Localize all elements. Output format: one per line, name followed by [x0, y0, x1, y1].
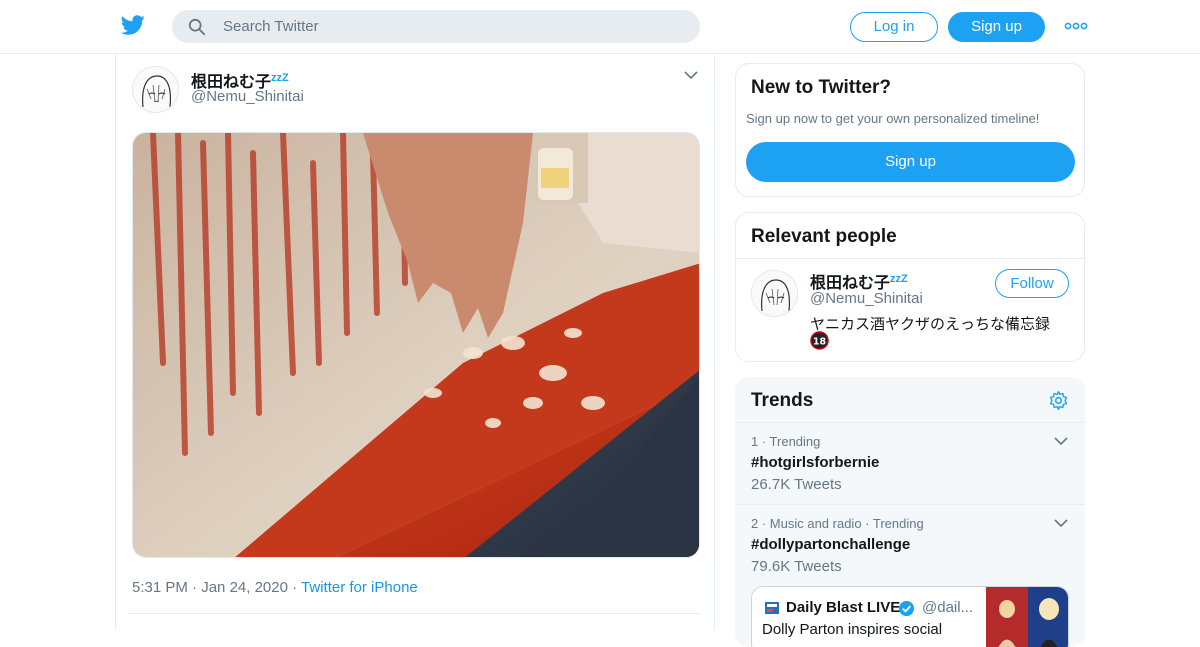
- divider: [128, 613, 700, 614]
- search-box[interactable]: Search Twitter: [172, 10, 700, 43]
- search-icon: [188, 18, 206, 36]
- divider: [736, 258, 1084, 259]
- person-handle[interactable]: @Nemu_Shinitai: [810, 290, 923, 307]
- tweet-photo[interactable]: [132, 132, 700, 558]
- tweet-author-handle[interactable]: @Nemu_Shinitai: [191, 88, 304, 105]
- search-input[interactable]: Search Twitter: [223, 18, 319, 35]
- gear-icon[interactable]: [1048, 390, 1069, 411]
- divider: [735, 504, 1085, 505]
- tweet-date[interactable]: Jan 24, 2020: [201, 579, 288, 596]
- person-name-suffix: zzZ: [890, 273, 908, 285]
- signup-button[interactable]: Sign up: [948, 12, 1045, 42]
- card-title: Relevant people: [751, 226, 897, 247]
- trend-meta: 1 · Trending: [751, 434, 821, 449]
- verified-badge-icon: [898, 600, 915, 617]
- tweet-column: 根田ねむ子zzZ @Nemu_Shinitai 5:31 PM · Jan 24…: [115, 54, 715, 630]
- top-bar: Search Twitter Log in Sign up: [0, 0, 1200, 54]
- card-subtitle: Sign up now to get your own personalized…: [746, 111, 1040, 126]
- tweet-photo-image: [133, 133, 699, 557]
- avatar-illustration-icon: [752, 271, 797, 316]
- chevron-down-icon[interactable]: [684, 68, 698, 82]
- follow-button[interactable]: Follow: [995, 269, 1069, 298]
- meta-separator: ·: [292, 579, 298, 596]
- svg-text:18: 18: [813, 336, 827, 347]
- avatar-illustration-icon: [133, 67, 178, 112]
- meta-separator: ·: [192, 579, 198, 596]
- tweet-source-link[interactable]: Twitter for iPhone: [301, 579, 418, 596]
- news-card[interactable]: Daily Blast LIVE @dail... Dolly Parton i…: [751, 586, 1069, 647]
- avatar[interactable]: [751, 270, 798, 317]
- avatar[interactable]: [132, 66, 179, 113]
- news-source-icon: [765, 602, 779, 614]
- sidebar-signup-button[interactable]: Sign up: [746, 142, 1075, 182]
- news-source-name: Daily Blast LIVE: [786, 599, 901, 616]
- tweet-time[interactable]: 5:31 PM: [132, 579, 188, 596]
- relevant-people-card: Relevant people 根田ねむ子zzZ @Nemu_Shinitai …: [735, 212, 1085, 362]
- trend-item[interactable]: 2 · Music and radio · Trending #dollypar…: [751, 516, 1071, 575]
- trend-count: 26.7K Tweets: [751, 476, 842, 493]
- new-to-twitter-card: New to Twitter? Sign up now to get your …: [735, 63, 1085, 197]
- chevron-down-icon[interactable]: [1054, 516, 1068, 530]
- trend-item[interactable]: 1 · Trending #hotgirlsforbernie 26.7K Tw…: [751, 434, 1071, 493]
- trend-tag[interactable]: #hotgirlsforbernie: [751, 454, 1071, 471]
- person-bio: ヤニカス酒ヤクザのえっちな備忘録: [810, 316, 1051, 333]
- trend-meta: 2 · Music and radio · Trending: [751, 516, 924, 531]
- chevron-down-icon[interactable]: [1054, 434, 1068, 448]
- author-name-suffix: zzZ: [271, 72, 289, 84]
- more-options-icon[interactable]: [1064, 18, 1088, 34]
- news-thumbnail: [986, 587, 1068, 647]
- divider: [735, 422, 1085, 423]
- twitter-logo-icon[interactable]: [120, 13, 146, 37]
- card-title: Trends: [751, 390, 814, 411]
- login-button[interactable]: Log in: [850, 12, 938, 42]
- age-18-icon: 18: [810, 331, 829, 350]
- trend-tag[interactable]: #dollypartonchallenge: [751, 536, 1071, 553]
- news-source-handle: @dail...: [922, 599, 974, 616]
- card-title: New to Twitter?: [751, 77, 892, 98]
- trends-card: Trends 1 · Trending #hotgirlsforbernie 2…: [735, 377, 1085, 647]
- trend-count: 79.6K Tweets: [751, 558, 842, 575]
- tweet-meta: 5:31 PM · Jan 24, 2020 · Twitter for iPh…: [132, 579, 418, 596]
